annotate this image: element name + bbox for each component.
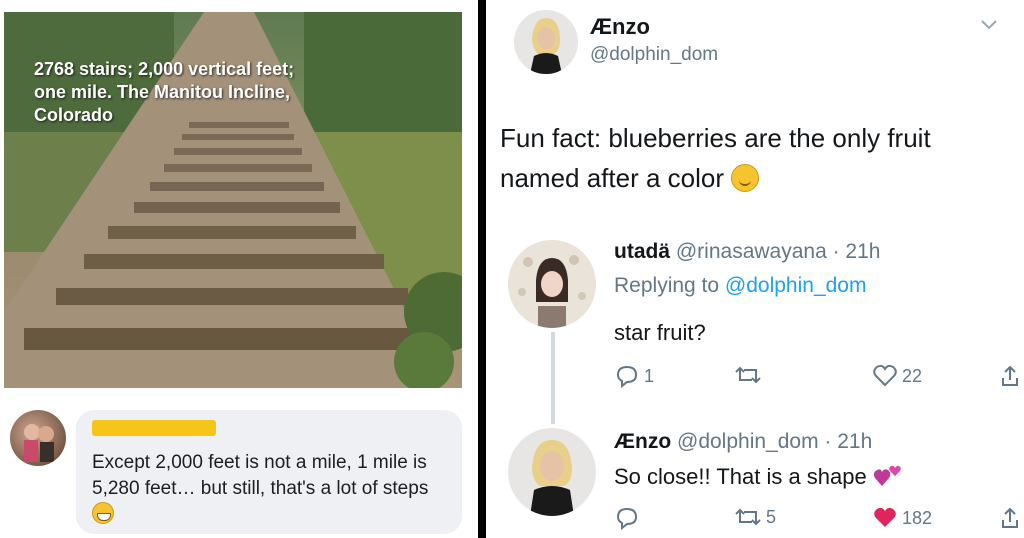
like-button[interactable]: 182 bbox=[872, 506, 932, 530]
photo-caption: 2768 stairs; 2,000 vertical feet; one mi… bbox=[34, 59, 295, 125]
replying-label: Replying to bbox=[614, 274, 725, 297]
two-hearts-icon bbox=[873, 465, 901, 486]
reply1-name[interactable]: utadä bbox=[614, 240, 670, 263]
reply-icon bbox=[616, 365, 638, 388]
retweet-count: 5 bbox=[766, 506, 777, 527]
avatar-image bbox=[530, 18, 562, 74]
replying-mention[interactable]: @dolphin_dom bbox=[725, 274, 867, 297]
reply-icon bbox=[616, 507, 638, 530]
reply2-header: Ænzo @dolphin_dom · 21h bbox=[614, 430, 872, 454]
thread-connector bbox=[551, 332, 555, 424]
reply1-handle-time[interactable]: @rinasawayana · 21h bbox=[676, 240, 881, 263]
avatar-image bbox=[508, 240, 596, 328]
reply2-actions: 5 182 bbox=[614, 506, 1024, 536]
author-name[interactable]: Ænzo bbox=[590, 14, 650, 40]
stairs-photo: 2768 stairs; 2,000 vertical feet; one mi… bbox=[4, 12, 462, 388]
comment-text: Except 2,000 feet is not a mile, 1 mile … bbox=[92, 450, 442, 528]
reply-button[interactable] bbox=[614, 506, 640, 530]
reply2-handle-time[interactable]: @dolphin_dom · 21h bbox=[677, 430, 872, 453]
chevron-down-icon[interactable] bbox=[980, 18, 998, 36]
grinning-face-icon bbox=[92, 502, 114, 524]
like-button[interactable]: 22 bbox=[872, 364, 922, 388]
like-count: 22 bbox=[902, 365, 923, 386]
hugging-face-icon bbox=[731, 164, 760, 192]
reply-count: 1 bbox=[644, 365, 655, 386]
redacted-name bbox=[92, 420, 216, 436]
reply2-name[interactable]: Ænzo bbox=[614, 430, 671, 453]
commenter-avatar[interactable] bbox=[10, 410, 66, 466]
tweet-body: Fun fact: blueberries are the only fruit… bbox=[500, 123, 931, 193]
reply2-body: So close!! That is a shape bbox=[614, 464, 867, 489]
reply2-avatar[interactable] bbox=[508, 428, 596, 516]
retweet-button[interactable]: 5 bbox=[734, 506, 776, 528]
avatar-image bbox=[530, 440, 574, 516]
share-button[interactable] bbox=[1000, 506, 1020, 530]
heart-icon bbox=[873, 364, 897, 387]
comment-bubble: Except 2,000 feet is not a mile, 1 mile … bbox=[76, 410, 462, 534]
right-tweet-thread: Ænzo @dolphin_dom Fun fact: blueberries … bbox=[486, 0, 1024, 538]
retweet-icon bbox=[735, 366, 761, 384]
reply1-avatar[interactable] bbox=[508, 240, 596, 328]
share-button[interactable] bbox=[1000, 364, 1020, 388]
reply1-text: star fruit? bbox=[614, 320, 706, 345]
tweet-text: Fun fact: blueberries are the only fruit… bbox=[500, 118, 1010, 198]
reply-button[interactable]: 1 bbox=[614, 364, 654, 388]
heart-filled-icon bbox=[874, 507, 896, 527]
retweet-button[interactable] bbox=[734, 364, 766, 386]
author-handle[interactable]: @dolphin_dom bbox=[590, 44, 718, 66]
author-avatar[interactable] bbox=[514, 10, 578, 74]
comment-body: Except 2,000 feet is not a mile, 1 mile … bbox=[92, 452, 429, 499]
share-icon bbox=[1002, 365, 1018, 386]
panel-divider bbox=[478, 0, 486, 538]
like-count: 182 bbox=[902, 507, 933, 528]
share-icon bbox=[1002, 507, 1018, 528]
reply2-text: So close!! That is a shape bbox=[614, 464, 903, 490]
replying-to: Replying to @dolphin_dom bbox=[614, 274, 866, 298]
reply1-header: utadä @rinasawayana · 21h bbox=[614, 240, 880, 264]
retweet-icon bbox=[735, 508, 761, 526]
avatar-image bbox=[24, 424, 54, 462]
left-facebook-post: 2768 stairs; 2,000 vertical feet; one mi… bbox=[0, 0, 478, 538]
reply1-actions: 1 22 bbox=[614, 364, 1024, 394]
